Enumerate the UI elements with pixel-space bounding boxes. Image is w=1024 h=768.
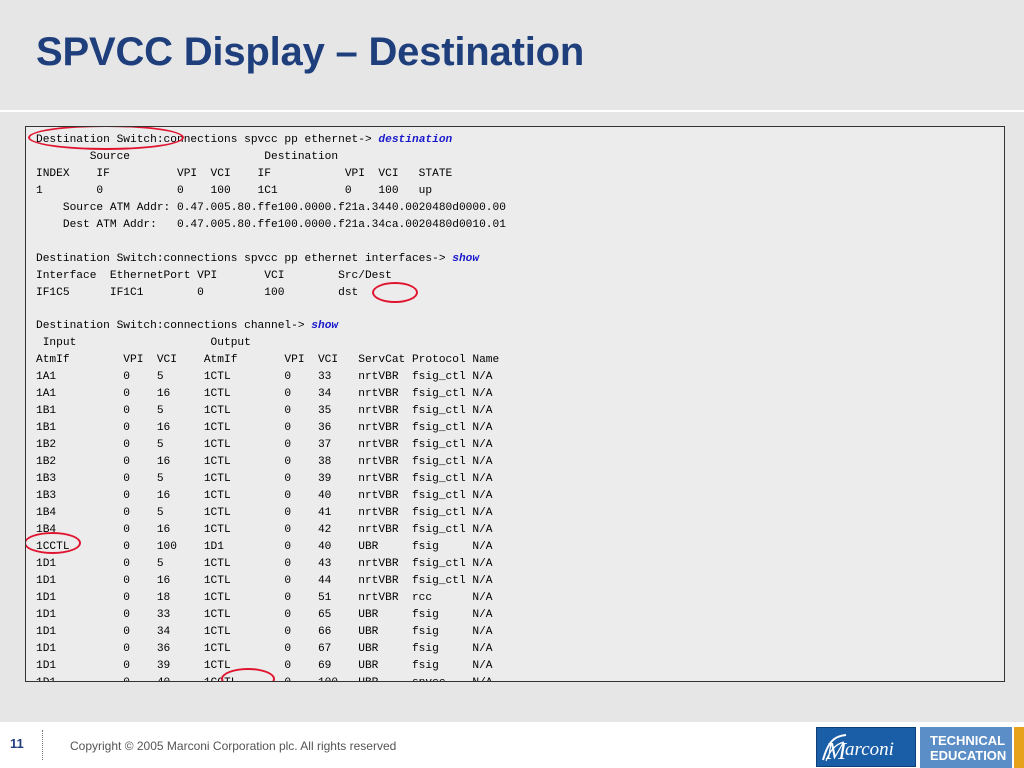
terminal-line-text: 1D1 0 18 1CTL 0 51 nrtVBR rcc N/A (36, 591, 493, 604)
terminal-line: IF1C5 IF1C1 0 100 dst (36, 287, 358, 299)
terminal-line: 1B4 0 16 1CTL 0 42 nrtVBR fsig_ctl N/A (36, 524, 493, 536)
terminal-line: 1D1 0 36 1CTL 0 67 UBR fsig N/A (36, 643, 493, 655)
terminal-line: 1B1 0 5 1CTL 0 35 nrtVBR fsig_ctl N/A (36, 405, 493, 417)
terminal-line-text: 1D1 0 33 1CTL 0 65 UBR fsig N/A (36, 608, 493, 621)
terminal-command: destination (378, 134, 453, 146)
terminal-line: 1B2 0 5 1CTL 0 37 nrtVBR fsig_ctl N/A (36, 439, 493, 451)
terminal-line: 1B2 0 16 1CTL 0 38 nrtVBR fsig_ctl N/A (36, 456, 493, 468)
slide-title: SPVCC Display – Destination (36, 30, 585, 74)
title-divider (0, 110, 1024, 112)
edu-line-1: TECHNICAL (930, 733, 1006, 748)
terminal-line-text: Source Destination (36, 150, 339, 163)
terminal-line-text: 1D1 0 5 1CTL 0 43 nrtVBR fsig_ctl N/A (36, 557, 493, 570)
terminal-line: Input Output (36, 337, 251, 349)
terminal-line-text: Input Output (36, 337, 251, 350)
terminal-line-text: Source ATM Addr: 0.47.005.80.ffe100.0000… (36, 201, 506, 214)
terminal-line-text: 1B2 0 16 1CTL 0 38 nrtVBR fsig_ctl N/A (36, 456, 493, 469)
terminal-line-text: Destination Switch:connections channel-> (36, 320, 312, 333)
marconi-logo: M arconi (816, 727, 916, 767)
terminal-line: Destination Switch:connections spvcc pp … (36, 253, 479, 265)
terminal-line-text: Dest ATM Addr: 0.47.005.80.ffe100.0000.f… (36, 218, 506, 231)
terminal-line-text: 1B2 0 5 1CTL 0 37 nrtVBR fsig_ctl N/A (36, 439, 493, 452)
highlight-destination-switch (28, 127, 184, 150)
terminal-line: Source Destination (36, 151, 338, 163)
terminal-line-text: 1A1 0 5 1CTL 0 33 nrtVBR fsig_ctl N/A (36, 371, 493, 384)
terminal-line: 1B1 0 16 1CTL 0 36 nrtVBR fsig_ctl N/A (36, 422, 493, 434)
terminal-line-text: AtmIf VPI VCI AtmIf VPI VCI ServCat Prot… (36, 354, 500, 367)
terminal-line: INDEX IF VPI VCI IF VPI VCI STATE (36, 168, 452, 180)
technical-education-badge: TECHNICAL EDUCATION (920, 727, 1012, 768)
terminal-line-text: 1 0 0 100 1C1 0 100 up (36, 184, 433, 197)
logo-wordmark: arconi (845, 739, 894, 760)
terminal-command: show (452, 252, 480, 265)
terminal-line: 1B4 0 5 1CTL 0 41 nrtVBR fsig_ctl N/A (36, 507, 493, 519)
terminal-line-text: Destination Switch:connections spvcc pp … (36, 252, 453, 265)
terminal-line-text: 1D1 0 16 1CTL 0 44 nrtVBR fsig_ctl N/A (36, 574, 493, 587)
accent-edge-bar (1014, 727, 1024, 768)
terminal-line: Source ATM Addr: 0.47.005.80.ffe100.0000… (36, 202, 506, 214)
terminal-line: 1D1 0 5 1CTL 0 43 nrtVBR fsig_ctl N/A (36, 558, 493, 570)
terminal-text: Destination Switch:connections spvcc pp … (36, 132, 506, 681)
highlight-dst (372, 282, 418, 303)
terminal-line: Interface EthernetPort VPI VCI Src/Dest (36, 270, 392, 282)
terminal-line: 1A1 0 5 1CTL 0 33 nrtVBR fsig_ctl N/A (36, 371, 493, 383)
terminal-line: 1D1 0 18 1CTL 0 51 nrtVBR rcc N/A (36, 592, 493, 604)
page-number: 11 (10, 736, 24, 751)
terminal-line-text: 1CCTL 0 100 1D1 0 40 UBR fsig N/A (36, 540, 493, 553)
terminal-line-text: 1A1 0 16 1CTL 0 34 nrtVBR fsig_ctl N/A (36, 388, 493, 401)
terminal-line-text: 1D1 0 34 1CTL 0 66 UBR fsig N/A (36, 625, 493, 638)
terminal-line-text: 1B4 0 5 1CTL 0 41 nrtVBR fsig_ctl N/A (36, 506, 493, 519)
terminal-output: Destination Switch:connections spvcc pp … (25, 126, 1005, 682)
terminal-line: 1 0 0 100 1C1 0 100 up (36, 185, 432, 197)
terminal-line: 1CCTL 0 100 1D1 0 40 UBR fsig N/A (36, 541, 493, 553)
terminal-line: AtmIf VPI VCI AtmIf VPI VCI ServCat Prot… (36, 354, 499, 366)
copyright-text: Copyright © 2005 Marconi Corporation plc… (70, 739, 397, 753)
terminal-line: 1B3 0 5 1CTL 0 39 nrtVBR fsig_ctl N/A (36, 473, 493, 485)
terminal-line-text: 1B1 0 5 1CTL 0 35 nrtVBR fsig_ctl N/A (36, 405, 493, 418)
footer-divider (42, 730, 43, 760)
terminal-line-text: 1B4 0 16 1CTL 0 42 nrtVBR fsig_ctl N/A (36, 523, 493, 536)
edu-line-2: EDUCATION (930, 748, 1007, 763)
terminal-line-text: 1D1 0 36 1CTL 0 67 UBR fsig N/A (36, 642, 493, 655)
terminal-line: Destination Switch:connections channel->… (36, 320, 338, 332)
terminal-line: 1B3 0 16 1CTL 0 40 nrtVBR fsig_ctl N/A (36, 490, 493, 502)
terminal-line-text: 1B3 0 16 1CTL 0 40 nrtVBR fsig_ctl N/A (36, 490, 493, 503)
slide-footer: 11 Copyright © 2005 Marconi Corporation … (0, 722, 1024, 768)
terminal-line-text: 1B3 0 5 1CTL 0 39 nrtVBR fsig_ctl N/A (36, 473, 493, 486)
terminal-line-text: Interface EthernetPort VPI VCI Src/Dest (36, 269, 392, 282)
terminal-line: 1D1 0 33 1CTL 0 65 UBR fsig N/A (36, 609, 493, 621)
terminal-line-text: 1B1 0 16 1CTL 0 36 nrtVBR fsig_ctl N/A (36, 422, 493, 435)
terminal-command: show (311, 320, 339, 333)
terminal-line: 1D1 0 34 1CTL 0 66 UBR fsig N/A (36, 626, 493, 638)
terminal-line: 1A1 0 16 1CTL 0 34 nrtVBR fsig_ctl N/A (36, 388, 493, 400)
highlight-1cctl-input (26, 532, 81, 554)
terminal-line-text: INDEX IF VPI VCI IF VPI VCI STATE (36, 167, 453, 180)
terminal-line-text: IF1C5 IF1C1 0 100 dst (36, 286, 359, 299)
terminal-line: Dest ATM Addr: 0.47.005.80.ffe100.0000.f… (36, 219, 506, 231)
terminal-line: 1D1 0 16 1CTL 0 44 nrtVBR fsig_ctl N/A (36, 575, 493, 587)
